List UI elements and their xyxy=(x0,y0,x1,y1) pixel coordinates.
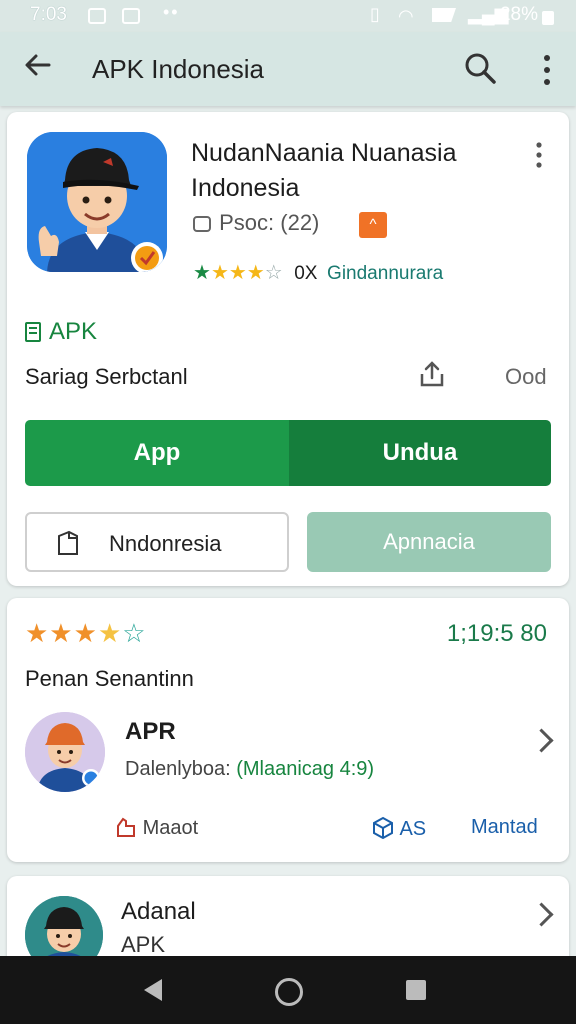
manted-action[interactable]: Mantad xyxy=(471,816,538,839)
app-icon[interactable] xyxy=(27,132,167,272)
half-star-icon: ★ xyxy=(97,618,123,648)
review-title: Penan Senantinn xyxy=(25,666,194,691)
star-icon: ★★ xyxy=(210,262,247,284)
reviewer-detail-label: Dalenlyboa: xyxy=(125,758,231,780)
data-icon xyxy=(432,8,456,22)
review-count: 1;19:5 80 xyxy=(446,620,547,647)
app-rating: ★★★★☆ 0X Gindannurara xyxy=(193,260,443,285)
download-button[interactable]: Undua xyxy=(289,420,551,486)
developer-name[interactable]: Gindannurara xyxy=(327,263,443,284)
apply-button[interactable]: Apnnacia xyxy=(307,512,551,572)
status-time: 7:03 xyxy=(30,4,67,25)
report-action[interactable]: Maaot xyxy=(115,816,198,840)
flag-icon xyxy=(117,817,135,837)
star-outline-icon: ☆ xyxy=(264,262,283,284)
chevron-right-icon[interactable] xyxy=(529,728,554,753)
half-star-icon: ★ xyxy=(246,262,265,284)
report-label: Maaot xyxy=(142,817,199,839)
wifi-icon: ◠ xyxy=(398,6,414,26)
package-action[interactable]: AS xyxy=(371,816,426,841)
reviewer-detail-value: (Mlaanicag 4:9) xyxy=(236,758,375,780)
package-label: AS xyxy=(399,818,427,840)
apk-label: APK xyxy=(49,318,98,345)
system-nav-bar xyxy=(0,956,576,1024)
app-bar: APK Indonesia xyxy=(0,32,576,106)
app-size: Ood xyxy=(505,364,547,389)
app-meta: Psoc: (22) xyxy=(193,210,319,236)
app-name: NudanNaania Nuanasia Indonesia xyxy=(191,139,457,202)
box-icon xyxy=(373,816,393,840)
search-icon[interactable] xyxy=(462,50,498,86)
app-detail-card: NudanNaania Nuanasia Indonesia Psoc: (22… xyxy=(7,112,569,586)
share-icon[interactable] xyxy=(419,360,445,388)
battery-percent: 28% xyxy=(499,4,538,25)
more-vert-icon[interactable] xyxy=(529,140,549,170)
image-icon xyxy=(122,8,140,24)
battery-icon xyxy=(542,11,554,25)
vibrate-icon: ▯ xyxy=(370,4,380,24)
nav-home-icon[interactable] xyxy=(275,978,303,1006)
notification-icon xyxy=(88,8,106,24)
document-icon xyxy=(25,322,41,342)
app-subtitle: Sariag Serbctanl xyxy=(25,364,188,389)
back-arrow-icon[interactable] xyxy=(18,50,58,90)
content-rating-badge: ^ xyxy=(359,212,387,238)
status-bar: 7:03 •• ▯ ◠ ▂▄▆ 28% xyxy=(0,0,576,32)
list-item-title: Adanal xyxy=(121,898,196,925)
review-stars: ★★★★☆ xyxy=(25,618,147,649)
nav-back-icon[interactable] xyxy=(144,979,162,1001)
avatar[interactable] xyxy=(25,712,105,792)
list-item-subtitle: APK xyxy=(121,932,166,957)
app-meta-text: Psoc: (22) xyxy=(219,210,320,235)
secondary-button-label: Nndonresia xyxy=(109,531,222,556)
category-icon xyxy=(193,216,211,233)
apk-tag: APK xyxy=(25,318,97,346)
secondary-button[interactable]: Nndonresia xyxy=(25,512,289,572)
reviewer-name: APR xyxy=(125,718,176,745)
chevron-right-icon[interactable] xyxy=(529,902,554,927)
list-item-card[interactable]: Adanal APK xyxy=(7,876,569,966)
star-outline-icon: ☆ xyxy=(122,618,147,648)
star-icon: ★ xyxy=(193,262,211,284)
reviewer-detail: Dalenlyboa: (Mlaanicag 4:9) xyxy=(125,758,374,781)
more-notifications-icon: •• xyxy=(163,2,180,22)
rating-count: 0X xyxy=(294,263,318,284)
app-button[interactable]: App xyxy=(25,420,289,486)
review-card: ★★★★☆ 1;19:5 80 Penan Senantinn APR Dale… xyxy=(7,598,569,862)
page-icon xyxy=(55,530,81,556)
install-button-group: App Undua xyxy=(25,420,551,486)
star-icon: ★★★ xyxy=(25,618,98,648)
more-vert-icon[interactable] xyxy=(532,50,562,90)
page-title: APK Indonesia xyxy=(92,54,265,84)
nav-recents-icon[interactable] xyxy=(406,980,426,1000)
